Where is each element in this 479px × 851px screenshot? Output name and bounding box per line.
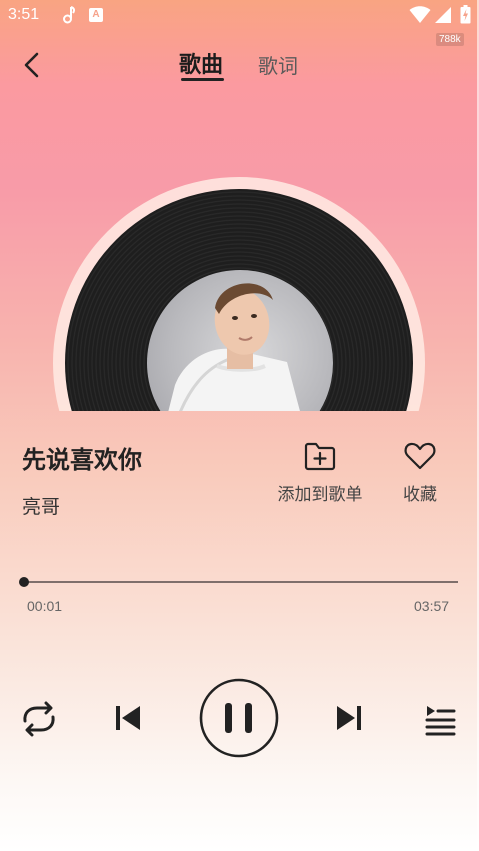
queue-icon[interactable]	[420, 701, 458, 737]
heart-icon	[404, 442, 436, 470]
repeat-icon[interactable]	[19, 701, 59, 737]
artist-name[interactable]: 亮哥	[22, 492, 60, 519]
status-time: 3:51	[8, 6, 40, 23]
current-time: 00:01	[27, 598, 63, 614]
favorite-label: 收藏	[403, 485, 437, 505]
pause-button[interactable]	[199, 678, 279, 758]
active-tab-indicator	[181, 78, 224, 81]
battery-charging-icon	[460, 5, 471, 24]
back-icon[interactable]	[16, 49, 48, 81]
wifi-icon	[409, 6, 431, 23]
folder-add-icon	[304, 442, 336, 471]
total-time: 03:57	[414, 598, 450, 614]
add-to-playlist-label: 添加到歌单	[277, 485, 363, 505]
signal-icon	[435, 7, 451, 23]
music-note-icon	[63, 6, 76, 24]
tab-song[interactable]: 歌曲	[179, 47, 223, 79]
app-notification-icon: A	[89, 8, 103, 22]
favorite-button[interactable]: 收藏	[398, 440, 442, 505]
song-title: 先说喜欢你	[22, 446, 142, 474]
progress-track[interactable]	[22, 581, 458, 583]
network-speed: 788k	[436, 33, 464, 46]
next-icon[interactable]	[331, 700, 367, 736]
previous-icon[interactable]	[110, 700, 146, 736]
add-to-playlist-button[interactable]: 添加到歌单	[272, 440, 368, 505]
progress-thumb[interactable]	[18, 577, 29, 587]
pause-icon	[225, 703, 232, 733]
album-disc	[0, 175, 479, 411]
tab-lyrics[interactable]: 歌词	[258, 50, 298, 79]
